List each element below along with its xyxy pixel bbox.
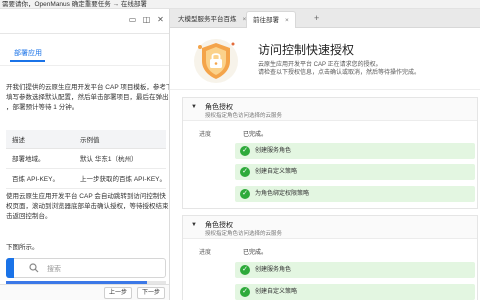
notification-text: 需要请你，OpenManus 确定重要任务 → 在线部署 — [2, 1, 147, 8]
step-label: 为角色绑定权限策略 — [255, 191, 310, 197]
window-icon[interactable]: ▭ — [128, 15, 137, 24]
table-row: 部署地域。 默认 华东1（杭州） — [6, 148, 166, 169]
next-button[interactable]: 下一步 — [137, 287, 165, 299]
step-item: ✓ 创建自定义策略 — [235, 164, 475, 180]
step-item: ✓ 创建服务角色 — [235, 143, 475, 159]
active-tab-underline — [10, 60, 45, 62]
page-title: 访问控制快速授权 — [258, 43, 355, 57]
browser-tab-label: 大模型服务平台百炼 — [178, 16, 237, 23]
step-item: ✓ 为角色绑定权限策略 — [235, 186, 475, 202]
intro-line: 填写参数选择默认配置，然后单击部署项目，最后在弹出 — [6, 94, 169, 101]
intro-line: ，部署预计等待 1 分钟。 — [6, 104, 79, 111]
intro-text: 开我们提供的云原生应用开发平台 CAP 项目模板，参考下 填写参数选择默认配置，… — [6, 83, 170, 113]
new-tab-icon[interactable]: + — [314, 11, 319, 26]
section-desc: 授权指定角色访问选择的云服务 — [205, 231, 283, 237]
table-row: 百炼 API-KEY。 上一步获取的百炼 API-KEY。 — [6, 168, 166, 189]
collapse-caret-icon[interactable]: ▼ — [191, 222, 197, 228]
note-line: 权页面，滚动到浏览器底部单击确认授权，等待授权结束 — [6, 203, 169, 210]
params-table: 描述 示例值 部署地域。 默认 华东1（杭州） 百炼 API-KEY。 上一步获… — [6, 130, 166, 189]
left-panel: ▭ ◫ ✕ 部署应用 开我们提供的云原生应用开发平台 CAP 项目模板，参考下 … — [0, 9, 170, 300]
role-auth-section: ▼ 角色授权 授权指定角色访问选择的云服务 进度 已完成。 ✓ 创建服务角色 ✓… — [182, 215, 478, 300]
notification-bar: 需要请你，OpenManus 确定重要任务 → 在线部署 — [0, 0, 480, 9]
section-desc: 授权指定角色访问选择的云服务 — [205, 113, 283, 119]
split-icon[interactable]: ◫ — [142, 15, 151, 24]
section-header[interactable]: ▼ 角色授权 授权指定角色访问选择的云服务 — [183, 216, 477, 239]
left-toolbar: ▭ ◫ ✕ — [0, 9, 169, 34]
step-item: ✓ 创建服务角色 — [235, 262, 475, 278]
step-label: 创建自定义策略 — [255, 289, 298, 295]
step-label: 创建自定义策略 — [255, 169, 298, 175]
role-auth-section: ▼ 角色授权 授权指定角色访问选择的云服务 进度 已完成。 ✓ 创建服务角色 ✓… — [182, 97, 478, 209]
table-cell: 上一步获取的百炼 API-KEY。 — [74, 168, 166, 189]
shield-lock-illustration — [194, 39, 238, 83]
check-circle-icon: ✓ — [240, 265, 250, 275]
section-header[interactable]: ▼ 角色授权 授权指定角色访问选择的云服务 — [183, 98, 477, 121]
step-label: 创建服务角色 — [255, 267, 292, 273]
browser-tab-deploy[interactable]: 前往部署 × — [246, 11, 296, 28]
page-subtitle: 云原生应用开发平台 CAP 正在请求您的授权。 请检查以下授权信息，点击确认或取… — [258, 61, 420, 77]
close-tab-icon[interactable]: × — [285, 17, 289, 24]
check-circle-icon: ✓ — [240, 146, 250, 156]
tab-deploy-app[interactable]: 部署应用 — [14, 48, 42, 58]
step-item: ✓ 创建自定义策略 — [235, 284, 475, 300]
browser-tabstrip: 大模型服务平台百炼 × 前往部署 × + — [170, 9, 480, 28]
page-header: 访问控制快速授权 云原生应用开发平台 CAP 正在请求您的授权。 请检查以下授权… — [170, 28, 480, 90]
note-line: 使用云原生应用开发平台 CAP 会自动跳转到访问控制快 — [6, 193, 166, 200]
table-header-cell: 描述 — [6, 130, 75, 149]
browser-tab-label: 前往部署 — [253, 17, 279, 24]
browser-panel: 大模型服务平台百炼 × 前往部署 × + 访问控制快速授权 云原生应用开发平台 CA… — [170, 9, 480, 300]
intro-line: 开我们提供的云原生应用开发平台 CAP 项目模板，参考下 — [6, 84, 170, 91]
progress-label: 进度 — [199, 250, 212, 256]
auth-note: 使用云原生应用开发平台 CAP 会自动跳转到访问控制快 权页面，滚动到浏览器底部… — [6, 192, 169, 222]
progress-state: 已完成。 — [243, 250, 268, 256]
see-figure-text: 下图所示。 — [6, 244, 39, 251]
table-header-row: 描述 示例值 — [6, 130, 166, 149]
prev-button[interactable]: 上一步 — [104, 287, 132, 299]
table-cell: 默认 华东1（杭州） — [74, 148, 166, 169]
check-circle-icon: ✓ — [240, 287, 250, 297]
close-icon[interactable]: ✕ — [156, 15, 165, 24]
progress-state: 已完成。 — [243, 132, 268, 138]
search-icon — [29, 263, 39, 273]
search-placeholder: 搜索 — [47, 266, 61, 273]
subtitle-line: 云原生应用开发平台 CAP 正在请求您的授权。 — [258, 62, 382, 68]
check-circle-icon: ✓ — [240, 189, 250, 199]
progress-label: 进度 — [199, 132, 212, 138]
table-cell: 部署地域。 — [6, 148, 75, 169]
collapse-caret-icon[interactable]: ▼ — [191, 104, 197, 110]
note-line: 击返回控制台。 — [6, 213, 52, 220]
browser-tab-bailian[interactable]: 大模型服务平台百炼 × — [172, 11, 252, 28]
left-tabs: 部署应用 — [0, 34, 169, 66]
subtitle-line: 请检查以下授权信息，点击确认或取消，然后等待操作完成。 — [258, 70, 421, 76]
search-box[interactable]: 搜索 — [6, 258, 166, 278]
pager: 上一步 下一步 — [0, 284, 169, 300]
table-header-cell: 示例值 — [74, 130, 166, 149]
check-circle-icon: ✓ — [240, 167, 250, 177]
step-label: 创建服务角色 — [255, 148, 292, 154]
table-cell: 百炼 API-KEY。 — [6, 168, 75, 189]
search-accent — [6, 258, 14, 278]
